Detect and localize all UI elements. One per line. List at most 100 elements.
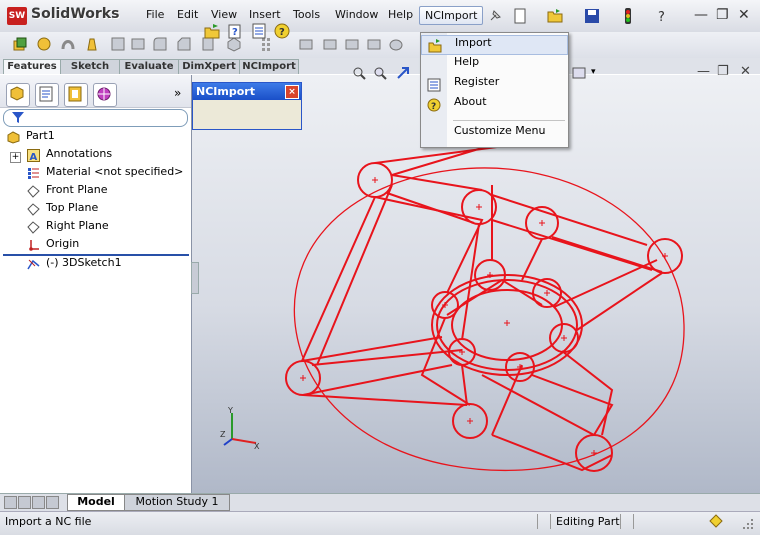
- feature-manager-tab[interactable]: [6, 83, 30, 107]
- solidworks-logo[interactable]: SW SolidWorks: [3, 5, 145, 27]
- expand-annotations-icon[interactable]: +: [10, 152, 21, 163]
- minimize-icon[interactable]: —: [694, 7, 708, 23]
- menu-item-customize-menu[interactable]: Customize Menu: [421, 124, 568, 144]
- menu-edit[interactable]: Edit: [177, 8, 198, 21]
- restore-icon[interactable]: ❐: [716, 7, 729, 23]
- property-manager-icon: [39, 86, 53, 102]
- nc-help-icon[interactable]: ?: [227, 23, 243, 39]
- tab-motion-study-1[interactable]: Motion Study 1: [124, 494, 230, 511]
- pin-icon[interactable]: [487, 8, 503, 24]
- status-divider: [620, 514, 634, 529]
- extrude-icon[interactable]: [12, 36, 28, 52]
- menu-ncimport[interactable]: NCImport: [419, 6, 484, 25]
- tab-sketch[interactable]: Sketch: [60, 59, 120, 74]
- sweep-icon[interactable]: [60, 36, 76, 52]
- tree-item-material[interactable]: Material <not specified>: [46, 165, 183, 181]
- curves-icon[interactable]: [344, 36, 360, 52]
- dimxpert-icon: [97, 87, 111, 101]
- loft-icon[interactable]: [84, 36, 100, 52]
- svg-text:?: ?: [279, 27, 285, 38]
- svg-text:Y: Y: [227, 406, 233, 415]
- tab-dimxpert[interactable]: DimXpert: [178, 59, 240, 74]
- panel-splitter-handle[interactable]: [191, 262, 199, 294]
- configuration-manager-tab[interactable]: [64, 83, 88, 107]
- nc-register-icon[interactable]: [251, 23, 267, 39]
- menu-item-help[interactable]: Help: [421, 55, 568, 75]
- tab-scroll-first-icon[interactable]: [4, 496, 17, 509]
- reference-geometry-icon[interactable]: [322, 36, 338, 52]
- tree-item-origin[interactable]: Origin: [46, 237, 79, 253]
- tree-filter-input[interactable]: [3, 109, 188, 127]
- tree-item-front-plane[interactable]: Front Plane: [46, 183, 108, 199]
- cut-extrude-icon[interactable]: [110, 36, 126, 52]
- tree-item-3dsketch1[interactable]: (-) 3DSketch1: [46, 256, 122, 272]
- open-folder-icon[interactable]: [547, 8, 563, 24]
- menu-item-about[interactable]: ? About: [421, 95, 568, 115]
- status-bar: [0, 511, 760, 535]
- svg-text:X: X: [254, 442, 260, 449]
- menu-file[interactable]: File: [146, 8, 164, 21]
- svg-text:A: A: [30, 152, 38, 162]
- menu-insert[interactable]: Insert: [249, 8, 281, 21]
- plane-icon: [27, 203, 40, 216]
- rebuild-traffic-light-icon[interactable]: [620, 8, 636, 24]
- panel-more-chevron-icon[interactable]: »: [174, 86, 181, 100]
- sketch-icon: [27, 259, 40, 270]
- svg-text:Z: Z: [220, 430, 226, 439]
- menu-item-register[interactable]: Register: [421, 75, 568, 95]
- tree-item-right-plane[interactable]: Right Plane: [46, 219, 109, 235]
- tree-item-annotations[interactable]: Annotations: [46, 147, 112, 163]
- about-question-icon: ?: [427, 98, 441, 112]
- menu-item-import[interactable]: Import: [421, 35, 568, 55]
- menu-view[interactable]: View: [211, 8, 237, 21]
- close-icon[interactable]: ✕: [738, 7, 750, 23]
- solidworks-logo-mark: SW: [7, 7, 27, 25]
- filter-funnel-icon[interactable]: [11, 110, 25, 124]
- instant3d-icon[interactable]: [366, 36, 382, 52]
- configuration-manager-icon: [68, 86, 82, 102]
- annotations-icon: A: [27, 149, 40, 162]
- property-manager-tab[interactable]: [35, 83, 59, 107]
- dimxpert-manager-tab[interactable]: [93, 83, 117, 107]
- nc-about-icon[interactable]: ?: [274, 23, 290, 39]
- tab-ncimport[interactable]: NCImport: [239, 59, 299, 74]
- svg-text:?: ?: [232, 27, 238, 38]
- ncimport-toolbar-window: NCImport ×: [192, 82, 302, 130]
- tree-item-top-plane[interactable]: Top Plane: [46, 201, 98, 217]
- tab-model[interactable]: Model: [67, 494, 125, 511]
- cut-revolve-icon[interactable]: [130, 36, 146, 52]
- resize-grip-icon[interactable]: [742, 518, 754, 530]
- register-list-icon: [427, 78, 441, 92]
- solidworks-logo-name: SolidWorks: [31, 6, 120, 22]
- tree-item-part1[interactable]: Part1: [26, 129, 55, 145]
- plane-icon: [27, 221, 40, 234]
- chamfer-icon[interactable]: [176, 36, 192, 52]
- origin-icon: [29, 240, 39, 251]
- part-icon: [7, 131, 20, 144]
- import-folder-icon: [428, 39, 442, 53]
- material-icon: [28, 168, 39, 179]
- nc-import-icon[interactable]: [204, 23, 220, 39]
- tab-features[interactable]: Features: [3, 59, 61, 74]
- status-message: Import a NC file: [5, 515, 92, 528]
- dome-icon[interactable]: [388, 36, 404, 52]
- tab-scroll-last-icon[interactable]: [46, 496, 59, 509]
- feature-tree-icon: [10, 86, 24, 101]
- tab-scroll-prev-icon[interactable]: [18, 496, 31, 509]
- mirror-icon[interactable]: [298, 36, 314, 52]
- tab-scroll-next-icon[interactable]: [32, 496, 45, 509]
- menu-tools[interactable]: Tools: [293, 8, 320, 21]
- svg-text:?: ?: [431, 102, 436, 112]
- plane-icon: [27, 185, 40, 198]
- save-icon[interactable]: [584, 8, 600, 24]
- quick-tips-icon[interactable]: [708, 514, 724, 528]
- revolve-icon[interactable]: [36, 36, 52, 52]
- fillet-icon[interactable]: [152, 36, 168, 52]
- coordinate-triad-icon: Y X Z: [220, 406, 260, 449]
- help-question-icon[interactable]: ?: [654, 8, 670, 24]
- menu-window[interactable]: Window: [335, 8, 378, 21]
- menu-help[interactable]: Help: [388, 8, 413, 21]
- new-document-icon[interactable]: [512, 8, 528, 24]
- ncimport-window-close-icon[interactable]: ×: [285, 85, 299, 99]
- tab-evaluate[interactable]: Evaluate: [119, 59, 179, 74]
